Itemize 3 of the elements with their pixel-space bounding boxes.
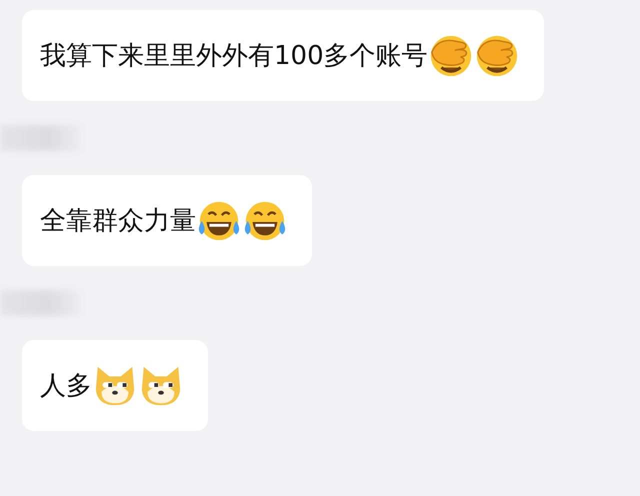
message-text: 我算下来里里外外有100多个账号 (40, 40, 428, 71)
message-text: 人多 (40, 370, 92, 401)
message-text: 全靠群众力量 (40, 206, 196, 236)
